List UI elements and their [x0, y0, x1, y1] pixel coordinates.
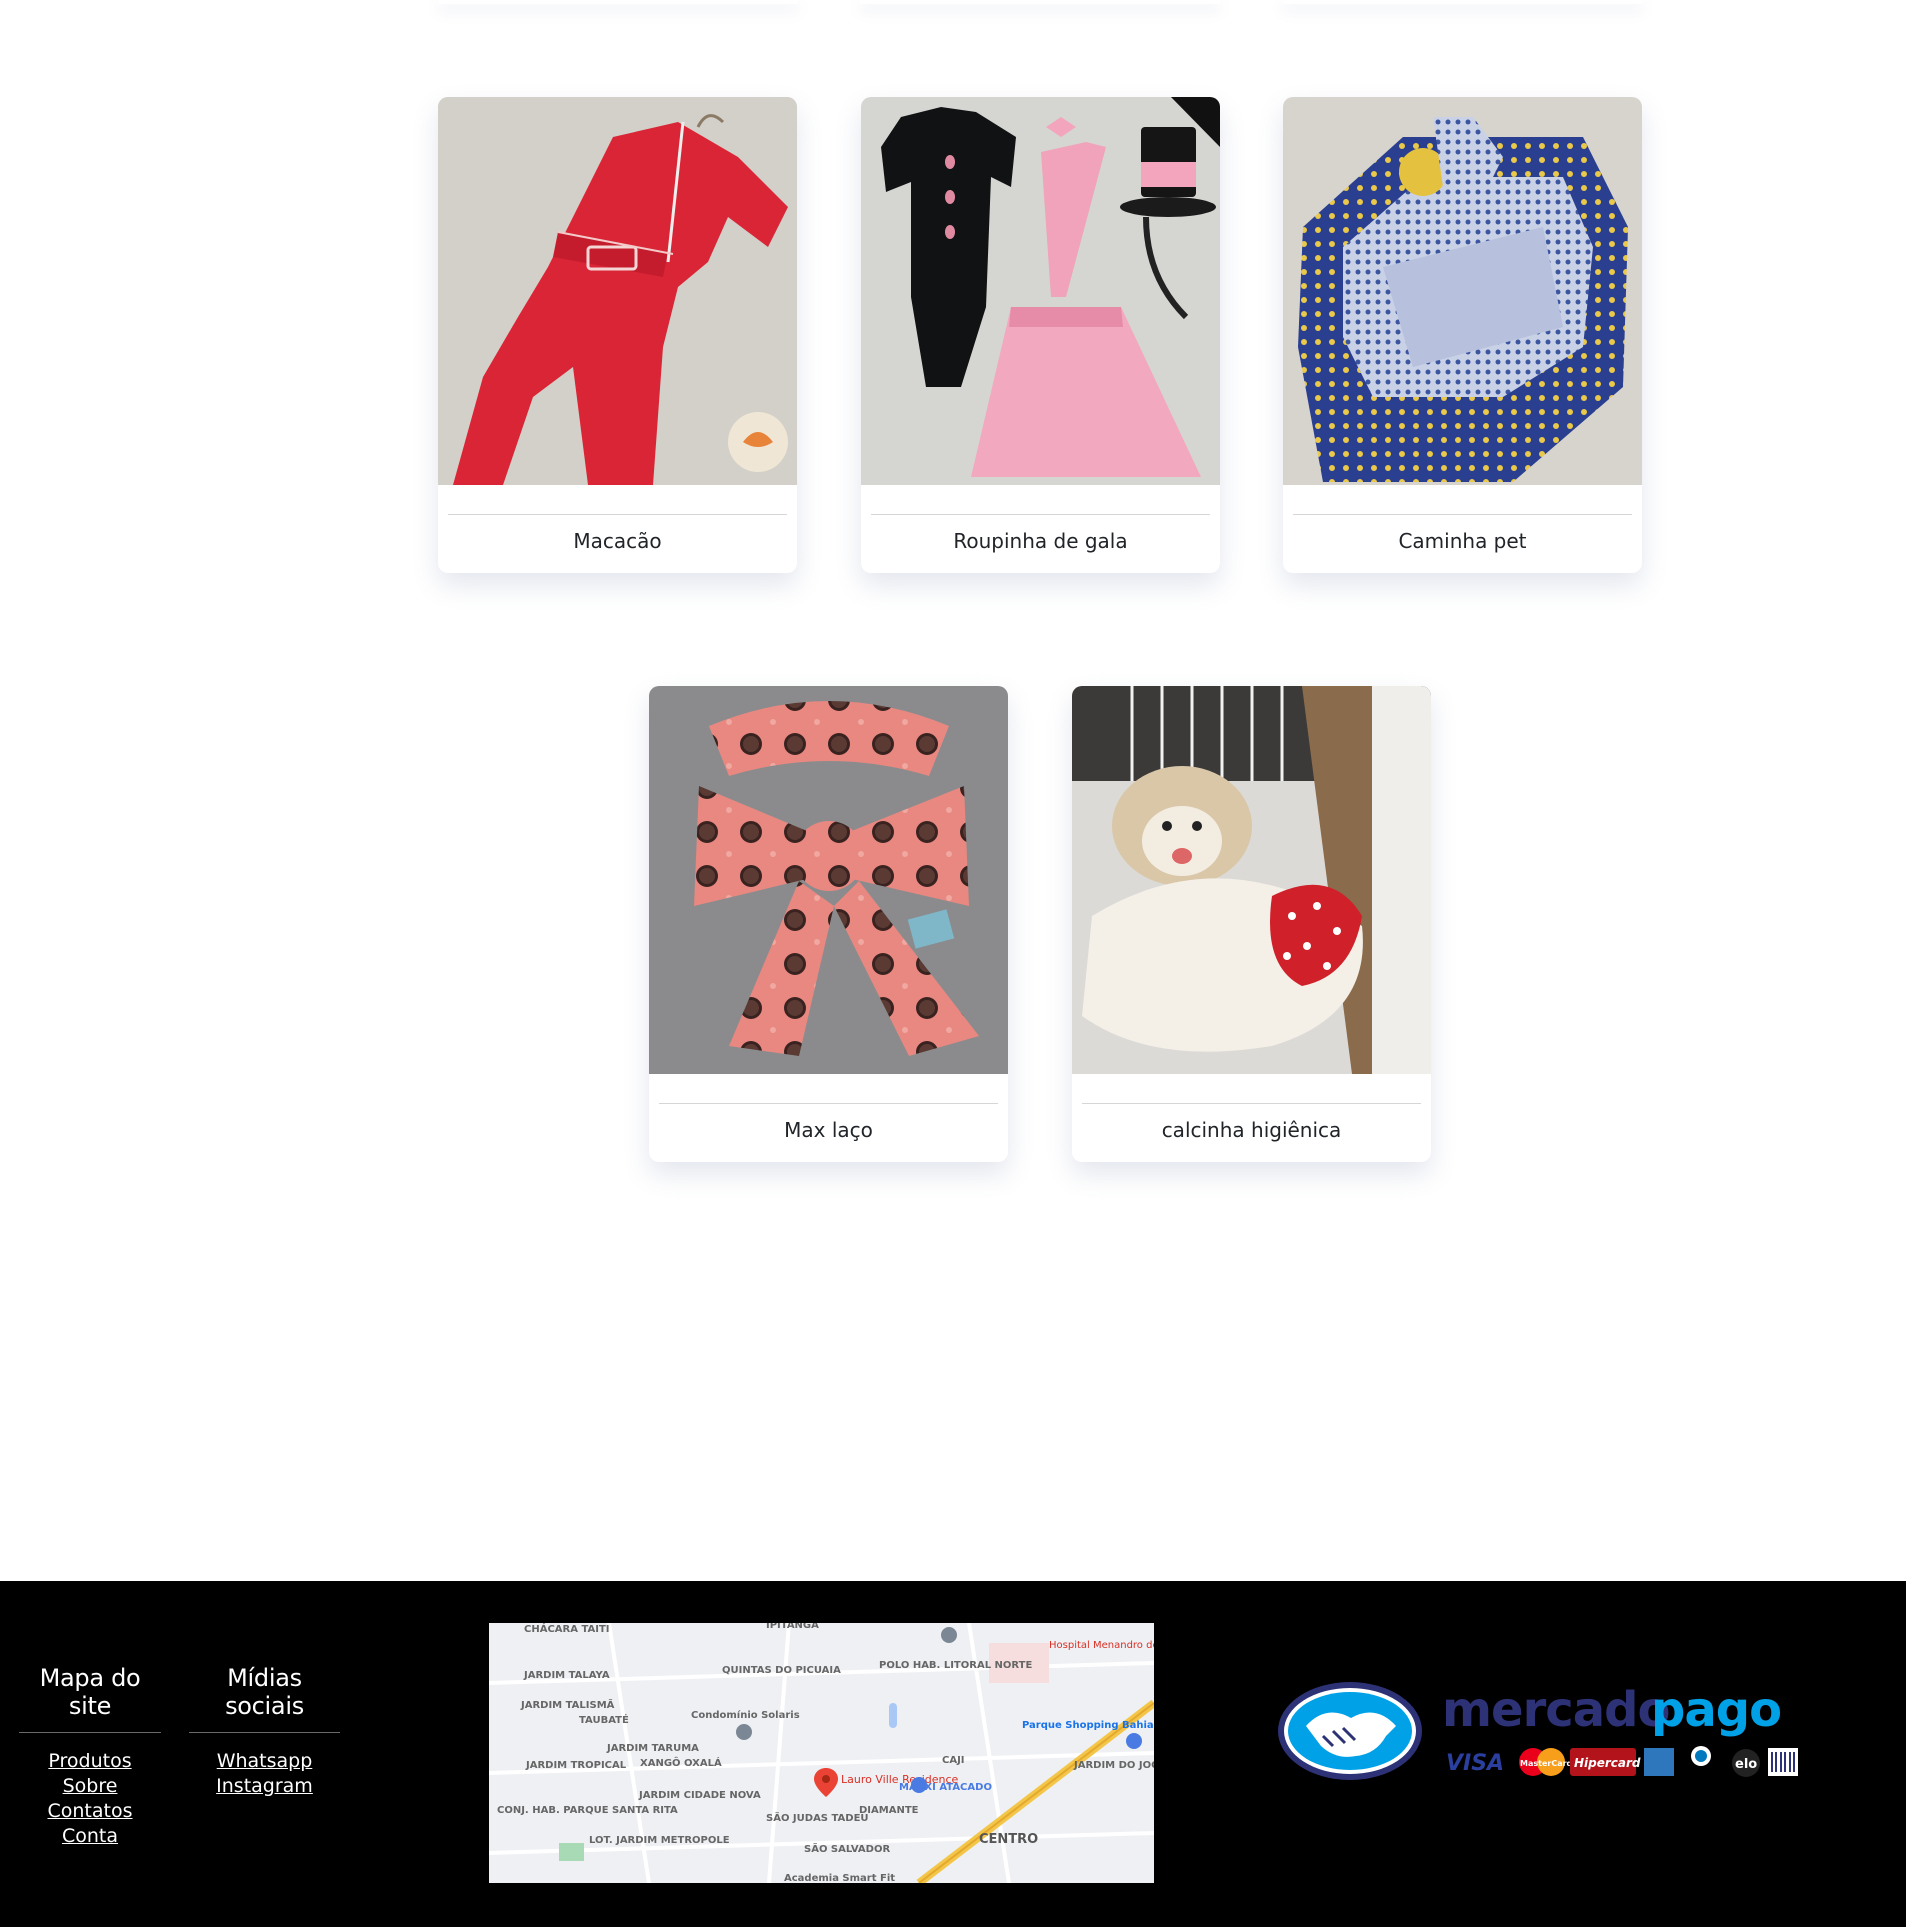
product-card[interactable]: Macacão	[438, 97, 797, 573]
product-image-pet-bed[interactable]	[1283, 97, 1642, 485]
card-edge-prev-row-3	[1283, 0, 1643, 4]
social-title: Mídias sociais	[189, 1664, 340, 1733]
amex-icon	[1644, 1748, 1674, 1776]
product-name[interactable]: calcinha higiênica	[1072, 1118, 1431, 1142]
map-label: CONJ. HAB. PARQUE SANTA RITA	[497, 1805, 678, 1816]
mercadopago-text-1: mercado	[1442, 1682, 1669, 1738]
map-label: JARDIM TROPICAL	[525, 1760, 627, 1771]
card-divider	[1293, 514, 1632, 515]
hipercard-icon: Hipercard	[1570, 1748, 1641, 1776]
footer-link-conta[interactable]: Conta	[62, 1825, 118, 1847]
product-name[interactable]: Roupinha de gala	[861, 529, 1220, 553]
handshake-logo-icon	[1278, 1682, 1422, 1780]
map-label: QUINTAS DO PICUAIA	[722, 1665, 841, 1676]
product-name[interactable]: Macacão	[438, 529, 797, 553]
map-label: LOT. JARDIM METROPOLE	[589, 1835, 730, 1846]
elo-icon: elo	[1732, 1749, 1760, 1777]
card-edge-prev-row-2	[860, 0, 1220, 4]
boleto-icon	[1768, 1748, 1798, 1776]
product-name[interactable]: Max laço	[649, 1118, 1008, 1142]
footer-link-produtos[interactable]: Produtos	[48, 1750, 131, 1772]
map-label: Parque Shopping Bahia	[1022, 1720, 1154, 1731]
footer-link-sobre[interactable]: Sobre	[63, 1775, 118, 1797]
footer-link-whatsapp[interactable]: Whatsapp	[217, 1750, 313, 1772]
product-image-dog-panty[interactable]	[1072, 686, 1431, 1074]
social-column: Mídias sociais Whatsapp Instagram	[189, 1664, 340, 1799]
footer-link-instagram[interactable]: Instagram	[216, 1775, 313, 1797]
map-label: Hospital Menandro de	[1049, 1640, 1154, 1651]
product-image-jumpsuit[interactable]	[438, 97, 797, 485]
product-card[interactable]: Caminha pet	[1283, 97, 1642, 573]
svg-text:MasterCard: MasterCard	[1520, 1759, 1573, 1768]
card-divider	[1082, 1103, 1421, 1104]
sitemap-title: Mapa do site	[19, 1664, 161, 1733]
map-label: JARDIM TARUMA	[606, 1743, 699, 1754]
svg-text:elo: elo	[1735, 1757, 1757, 1772]
map-label: Condomínio Solaris	[691, 1709, 800, 1721]
mercadopago-banner: mercado pago VISA MasterCard Hipercard e…	[1278, 1676, 1803, 1786]
visa-icon: VISA	[1446, 1751, 1504, 1776]
product-image-bow[interactable]	[649, 686, 1008, 1074]
map-label: CAJI	[942, 1755, 965, 1766]
card-divider	[659, 1103, 998, 1104]
card-edge-prev-row-1	[438, 0, 798, 4]
map-label: SÃO JUDAS TADEU	[766, 1811, 869, 1824]
map-label: JARDIM CIDADE NOVA	[638, 1790, 761, 1801]
map-label: TAUBATÉ	[579, 1713, 629, 1726]
site-footer: Mapa do site Produtos Sobre Contatos Con…	[0, 1581, 1906, 1927]
product-name[interactable]: Caminha pet	[1283, 529, 1642, 553]
map-label: JARDIM DO JOCKEY	[1073, 1760, 1154, 1771]
product-card[interactable]: Max laço	[649, 686, 1008, 1162]
product-card[interactable]: calcinha higiênica	[1072, 686, 1431, 1162]
product-card[interactable]: Roupinha de gala	[861, 97, 1220, 573]
map-label: Academia Smart Fit	[784, 1873, 895, 1883]
mastercard-icon: MasterCard	[1519, 1748, 1573, 1776]
map-label: CHÁCARA TAITI	[524, 1623, 610, 1635]
diners-icon	[1691, 1746, 1711, 1766]
map-label: POLO HAB. LITORAL NORTE	[879, 1660, 1032, 1671]
map-label: CENTRO	[979, 1832, 1038, 1847]
product-image-gala-outfit[interactable]	[861, 97, 1220, 485]
card-divider	[448, 514, 787, 515]
footer-link-contatos[interactable]: Contatos	[48, 1800, 133, 1822]
svg-text:Hipercard: Hipercard	[1574, 1756, 1641, 1770]
map-label: IPITANGA	[766, 1623, 819, 1631]
map-label: SÃO SALVADOR	[804, 1842, 890, 1855]
map-label: XANGÔ OXALÁ	[640, 1756, 722, 1769]
map-label: JARDIM TALAYA	[523, 1670, 610, 1681]
card-divider	[871, 514, 1210, 515]
map-pin-label: Lauro Ville Residence	[841, 1773, 959, 1786]
location-map[interactable]: CHÁCARA TAITI IPITANGA JARDIM TALAYA QUI…	[489, 1623, 1154, 1883]
map-label: JARDIM TALISMÃ	[520, 1698, 615, 1711]
sitemap-column: Mapa do site Produtos Sobre Contatos Con…	[19, 1664, 161, 1849]
mercadopago-text-2: pago	[1651, 1682, 1781, 1738]
